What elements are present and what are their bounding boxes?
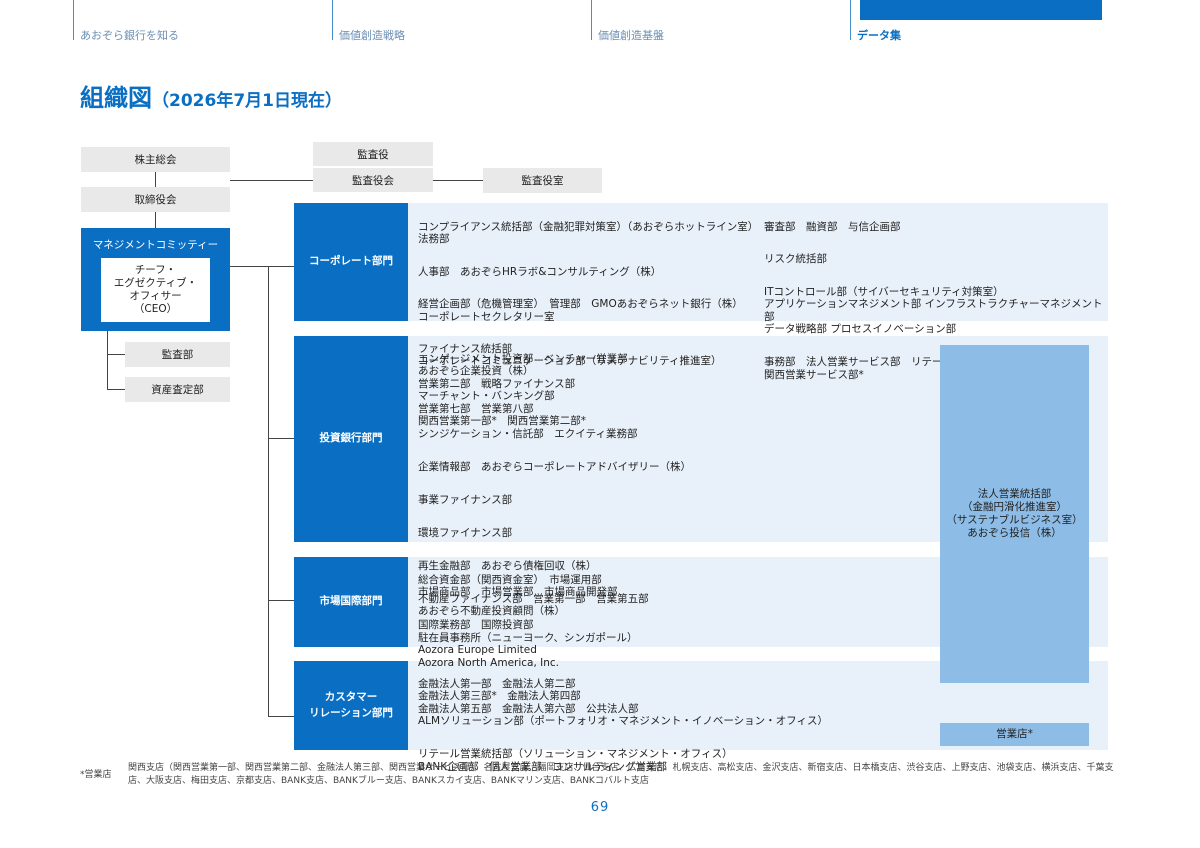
management-committee-box: マネジメントコミッティー チーフ・ エグゼクティブ・ オフィサー （CEO） <box>81 228 230 331</box>
page-title: 組織図（2026年7月1日現在） <box>80 78 342 113</box>
nav-divider <box>591 0 592 40</box>
connector-line <box>433 180 483 181</box>
page-title-main: 組織図 <box>80 84 152 112</box>
connector-line <box>230 180 313 181</box>
dept-group: 事業ファイナンス部 <box>418 493 513 506</box>
auditor-box: 監査役 <box>313 142 433 166</box>
nav-tab-foundation[interactable]: 価値創造基盤 <box>598 27 664 43</box>
audit-office-box: 監査役室 <box>483 168 602 193</box>
dept-group: 審査部 融資部 与信企画部 <box>764 220 901 233</box>
ceo-box: チーフ・ エグゼクティブ・ オフィサー （CEO） <box>101 258 210 322</box>
board-of-directors-box: 取締役会 <box>81 187 230 212</box>
footnote-text: 関西支店（関西営業第一部、関西営業第二部、金融法人第三部、関西営業サービス部）、… <box>128 763 1114 786</box>
dept-group: エンゲージメント投資部 ベンチャー営業部 あおぞら企業投資（株） 営業第二部 戦… <box>418 352 638 440</box>
connector-line <box>107 389 125 390</box>
connector-line <box>268 266 269 717</box>
connector-line <box>268 600 294 601</box>
nav-tab-data[interactable]: データ集 <box>857 27 901 43</box>
dept-group: リスク統括部 <box>764 252 827 265</box>
dept-group: ITコントロール部（サイバーセキュリティ対策室） アプリケーションマネジメント部… <box>764 285 1103 336</box>
nav-tab-about[interactable]: あおぞら銀行を知る <box>80 27 179 43</box>
corporate-sales-box: 法人営業統括部 （金融円滑化推進室） （サステナブルビジネス室） あおぞら投信（… <box>940 345 1089 683</box>
nav-active-bar <box>860 0 1102 20</box>
page-number: 69 <box>590 800 610 815</box>
connector-line <box>268 438 294 439</box>
management-committee-label: マネジメントコミッティー <box>92 239 219 251</box>
dept-group: コンプライアンス統括部（金融犯罪対策室）（あおぞらホットライン室） 法務部 <box>418 220 759 246</box>
markets-international-dept-list: 総合資金部（関西資金室） 市場運用部 市場商品部 市場営業部 市場商品開発部 国… <box>418 561 933 682</box>
nav-divider <box>332 0 333 40</box>
markets-international-division-label: 市場国際部門 <box>294 557 408 647</box>
connector-line <box>107 331 108 389</box>
dept-group: 環境ファイナンス部 <box>418 526 513 539</box>
nav-divider <box>73 0 74 40</box>
nav-divider <box>850 0 851 40</box>
customer-relations-division-label: カスタマー リレーション部門 <box>294 661 408 750</box>
connector-line <box>155 172 156 187</box>
dept-group: 企業情報部 あおぞらコーポレートアドバイザリー（株） <box>418 460 691 473</box>
connector-line <box>155 212 156 228</box>
dept-group: 国際業務部 国際投資部 駐在員事務所（ニューヨーク、シンガポール） Aozora… <box>418 619 638 669</box>
connector-line <box>268 716 294 717</box>
connector-line <box>230 266 294 267</box>
branches-box: 営業店* <box>940 723 1089 746</box>
investment-banking-division-label: 投資銀行部門 <box>294 336 408 542</box>
footnote-label: *営業店 <box>80 770 112 780</box>
shareholders-meeting-box: 株主総会 <box>81 147 230 172</box>
asset-review-dept-box: 資産査定部 <box>125 377 230 402</box>
dept-group: 総合資金部（関西資金室） 市場運用部 市場商品部 市場営業部 市場商品開発部 <box>418 573 618 599</box>
page-title-date: （2026年7月1日現在） <box>152 91 342 111</box>
nav-tab-strategy[interactable]: 価値創造戦略 <box>339 27 405 43</box>
audit-board-box: 監査役会 <box>313 168 433 192</box>
dept-group: 金融法人第一部 金融法人第二部 金融法人第三部* 金融法人第四部 金融法人第五部… <box>418 677 828 728</box>
connector-line <box>107 354 125 355</box>
corporate-division-label: コーポレート部門 <box>294 203 408 321</box>
dept-group: 経営企画部（危機管理室） 管理部 GMOあおぞらネット銀行（株） コーポレートセ… <box>418 298 743 323</box>
audit-dept-box: 監査部 <box>125 342 230 367</box>
dept-group: 人事部 あおぞらHRラボ&コンサルティング（株） <box>418 266 662 278</box>
